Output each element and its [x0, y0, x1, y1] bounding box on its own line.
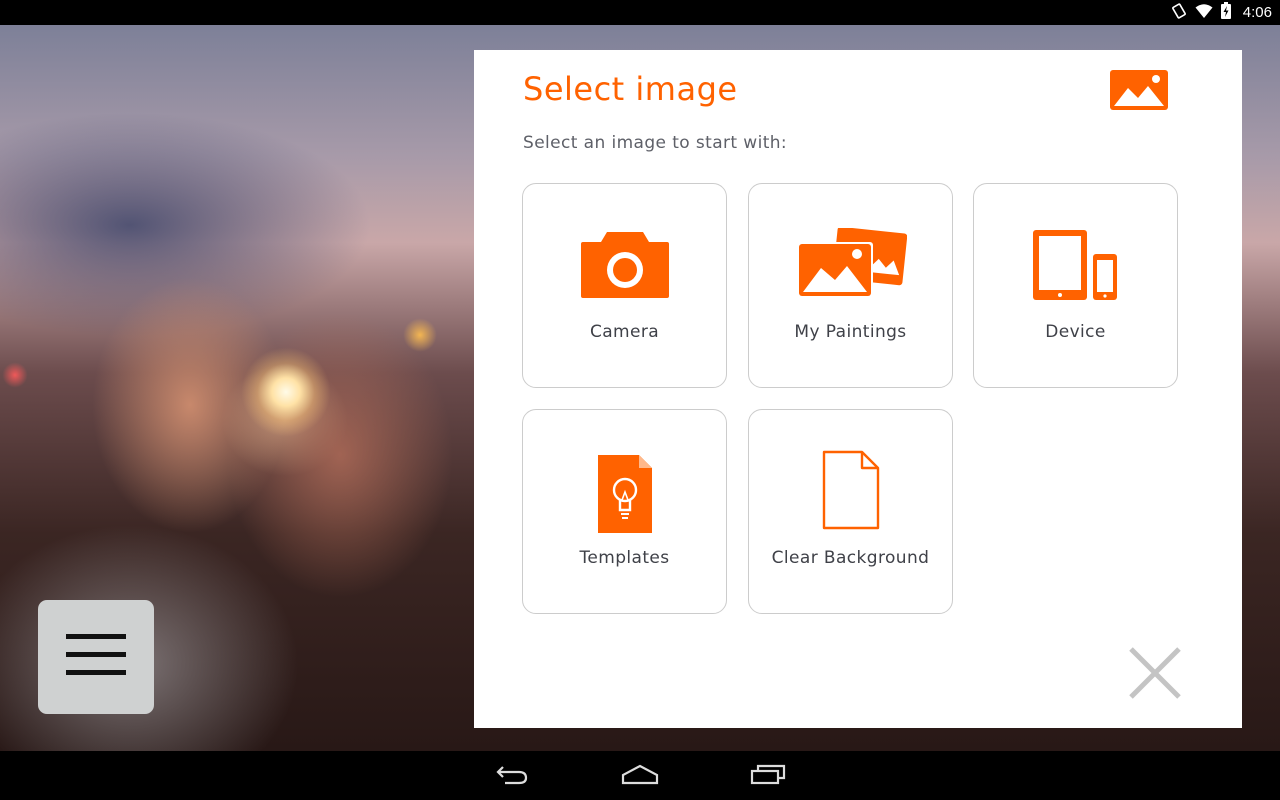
recent-apps-icon — [750, 763, 786, 789]
dialog-title: Select image — [523, 70, 738, 108]
screen-rotation-icon — [1171, 2, 1187, 23]
home-button[interactable] — [620, 763, 660, 789]
camera-icon — [523, 228, 726, 308]
template-bulb-icon — [523, 454, 726, 534]
home-icon — [621, 763, 659, 789]
wifi-icon — [1195, 3, 1213, 23]
option-templates[interactable]: Templates — [522, 409, 727, 614]
status-bar: 4:06 — [0, 0, 1280, 25]
option-label: Device — [1045, 322, 1106, 342]
close-icon — [1127, 647, 1183, 705]
option-camera[interactable]: Camera — [522, 183, 727, 388]
option-device[interactable]: Device — [973, 183, 1178, 388]
option-label: Clear Background — [771, 548, 930, 568]
select-image-dialog: Select image Select an image to start wi… — [474, 50, 1242, 728]
option-my-paintings[interactable]: My Paintings — [748, 183, 953, 388]
menu-button[interactable] — [38, 600, 154, 714]
paintings-icon — [749, 228, 952, 308]
image-icon — [1110, 70, 1168, 110]
battery-charging-icon — [1220, 2, 1231, 23]
dialog-subtitle: Select an image to start with: — [523, 133, 788, 153]
navigation-bar — [0, 751, 1280, 800]
option-label: Templates — [579, 548, 670, 568]
option-label: Camera — [589, 322, 660, 342]
status-time: 4:06 — [1242, 4, 1272, 21]
sparkler-glow — [241, 347, 331, 437]
close-button[interactable] — [1127, 645, 1183, 701]
recent-apps-button[interactable] — [748, 763, 788, 789]
option-label: My Paintings — [794, 322, 907, 342]
status-icons: 4:06 — [1171, 2, 1272, 23]
option-clear-background[interactable]: Clear Background — [748, 409, 953, 614]
blank-page-icon — [749, 450, 952, 530]
hamburger-menu-icon — [66, 632, 126, 682]
back-icon — [495, 763, 529, 789]
device-icon — [974, 228, 1177, 308]
back-button[interactable] — [492, 763, 532, 789]
